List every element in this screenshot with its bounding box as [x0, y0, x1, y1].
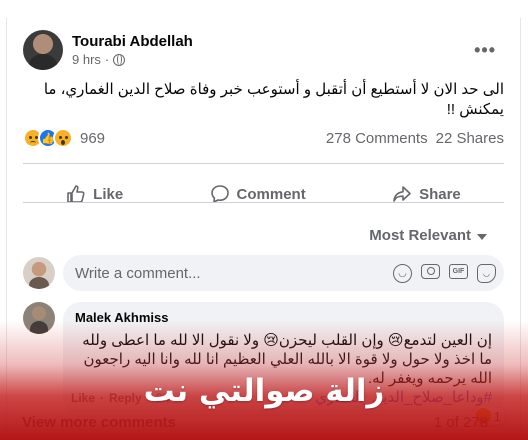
wow-reaction-icon: [53, 128, 73, 148]
caret-down-icon: [477, 233, 487, 240]
site-watermark: زالة صوالتي نت: [143, 373, 385, 409]
more-options-icon[interactable]: •••: [474, 40, 496, 61]
sort-dropdown[interactable]: Most Relevant: [369, 227, 487, 244]
comments-paging: 1 of 278: [433, 414, 488, 431]
comment-reaction-count: 1: [493, 408, 501, 424]
share-label: Share: [419, 185, 461, 203]
comment-composer: ◡ GIF ◡: [23, 255, 504, 291]
comment-input[interactable]: [75, 264, 393, 282]
gif-icon[interactable]: GIF: [449, 263, 468, 279]
post-meta: 9 hrs ·: [72, 52, 193, 67]
reaction-summary[interactable]: 👍 969: [23, 128, 105, 148]
sticker-icon[interactable]: ◡: [477, 263, 496, 283]
share-icon: [393, 186, 411, 202]
composer-icons: ◡ GIF ◡: [393, 263, 496, 283]
camera-icon[interactable]: [421, 263, 440, 279]
divider: [23, 202, 504, 203]
emoji-icon[interactable]: ◡: [393, 263, 412, 283]
comment-box[interactable]: ◡ GIF ◡: [63, 255, 504, 291]
comment-label: Comment: [236, 185, 306, 203]
viewer-avatar[interactable]: [23, 257, 55, 289]
thumbs-up-icon: [67, 185, 85, 203]
author-name[interactable]: Tourabi Abdellah: [72, 33, 193, 50]
engagement-counts: 278 Comments 22 Shares: [326, 130, 504, 147]
reactions-bar: 👍 969 278 Comments 22 Shares: [23, 125, 504, 151]
view-more-comments-link[interactable]: View more comments: [22, 414, 176, 431]
post-text: الى حد الان لا أستطيع أن أتقبل و أستوعب …: [43, 81, 504, 118]
like-label: Like: [93, 185, 124, 203]
author-avatar[interactable]: [23, 30, 63, 70]
comment-icon: [210, 185, 229, 203]
comments-count[interactable]: 278 Comments: [326, 130, 428, 147]
commenter-avatar[interactable]: [23, 302, 55, 334]
globe-icon[interactable]: [113, 53, 126, 66]
comment-button[interactable]: Comment: [210, 184, 306, 204]
author-block: Tourabi Abdellah 9 hrs ·: [72, 33, 193, 67]
share-button[interactable]: Share: [392, 184, 461, 204]
shares-count[interactable]: 22 Shares: [436, 130, 504, 147]
commenter-name[interactable]: Malek Akhmiss: [75, 310, 492, 325]
like-button[interactable]: Like: [66, 184, 123, 204]
post-time[interactable]: 9 hrs: [72, 52, 101, 67]
divider: [23, 163, 504, 164]
post-actions: Like Comment Share: [23, 176, 504, 212]
post-header: Tourabi Abdellah 9 hrs ·: [23, 30, 193, 70]
sort-label: Most Relevant: [369, 227, 471, 244]
meta-separator: ·: [104, 52, 110, 67]
reaction-count[interactable]: 969: [80, 130, 105, 147]
